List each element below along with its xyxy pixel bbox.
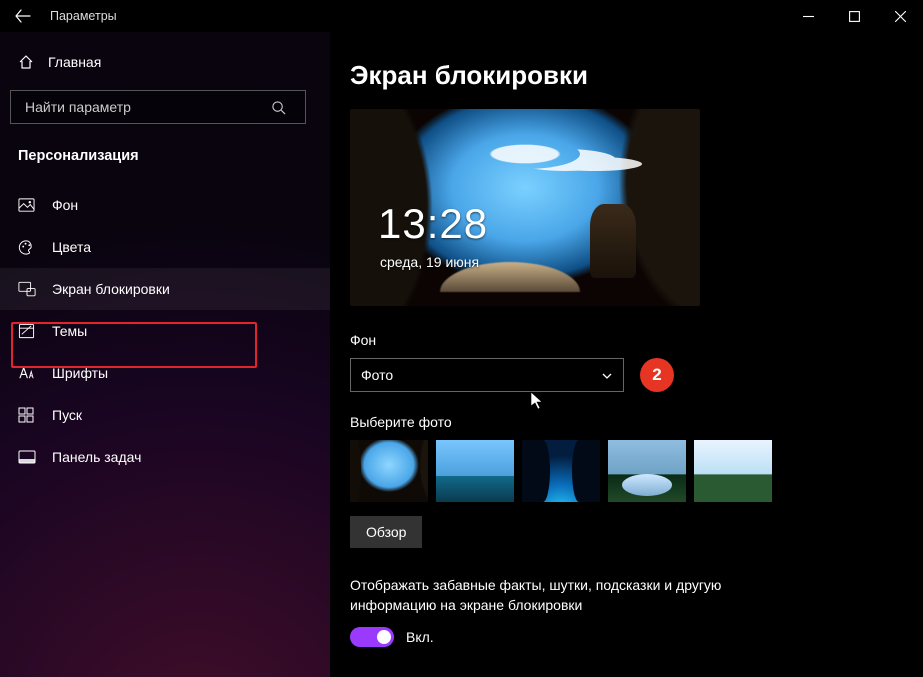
taskbar-icon: [18, 450, 52, 464]
lockscreen-preview: 13:28 среда, 19 июня: [350, 109, 700, 306]
search-icon: [271, 100, 297, 115]
close-button[interactable]: [877, 0, 923, 32]
background-label: Фон: [350, 332, 903, 348]
sidebar-item-label: Панель задач: [52, 449, 141, 465]
fonts-icon: [18, 365, 52, 382]
minimize-button[interactable]: [785, 0, 831, 32]
sidebar-item-label: Экран блокировки: [52, 281, 170, 297]
back-button[interactable]: [0, 0, 46, 32]
fun-facts-label: Отображать забавные факты, шутки, подска…: [350, 576, 770, 615]
palette-icon: [18, 239, 52, 256]
sidebar-category: Персонализация: [0, 134, 330, 178]
sidebar-item-label: Цвета: [52, 239, 91, 255]
sidebar-item-background[interactable]: Фон: [0, 184, 330, 226]
sidebar-item-colors[interactable]: Цвета: [0, 226, 330, 268]
search-input[interactable]: [23, 98, 271, 116]
lockscreen-icon: [18, 281, 52, 298]
window-title: Параметры: [50, 9, 117, 23]
sidebar-home[interactable]: Главная: [0, 44, 330, 80]
browse-button[interactable]: Обзор: [350, 516, 422, 548]
chevron-down-icon: [601, 370, 613, 382]
content-pane: Экран блокировки 13:28 среда, 19 июня Фо…: [330, 32, 923, 677]
sidebar: Главная Персонализация Фон Цвета: [0, 32, 330, 677]
page-title: Экран блокировки: [350, 60, 903, 91]
picture-icon: [18, 197, 52, 214]
choose-photo-label: Выберите фото: [350, 414, 903, 430]
sidebar-item-label: Пуск: [52, 407, 82, 423]
sidebar-item-fonts[interactable]: Шрифты: [0, 352, 330, 394]
fun-facts-toggle[interactable]: [350, 627, 394, 647]
sidebar-item-start[interactable]: Пуск: [0, 394, 330, 436]
sidebar-item-label: Темы: [52, 323, 87, 339]
callout-badge: 2: [640, 358, 674, 392]
photo-thumbnail[interactable]: [608, 440, 686, 502]
sidebar-item-themes[interactable]: Темы: [0, 310, 330, 352]
themes-icon: [18, 323, 52, 340]
sidebar-item-label: Шрифты: [52, 365, 108, 381]
search-input-wrap[interactable]: [10, 90, 306, 124]
sidebar-item-label: Фон: [52, 197, 78, 213]
start-icon: [18, 407, 52, 423]
home-icon: [18, 54, 48, 70]
maximize-button[interactable]: [831, 0, 877, 32]
background-select[interactable]: Фото: [350, 358, 624, 392]
titlebar: Параметры: [0, 0, 923, 32]
background-select-value: Фото: [361, 367, 601, 383]
photo-thumbnail[interactable]: [694, 440, 772, 502]
preview-time: 13:28: [378, 200, 488, 248]
photo-thumbnail[interactable]: [350, 440, 428, 502]
photo-thumbnail[interactable]: [522, 440, 600, 502]
sidebar-item-lockscreen[interactable]: Экран блокировки: [0, 268, 330, 310]
sidebar-home-label: Главная: [48, 54, 101, 70]
preview-date: среда, 19 июня: [380, 254, 479, 270]
sidebar-item-taskbar[interactable]: Панель задач: [0, 436, 330, 478]
toggle-state: Вкл.: [406, 629, 434, 645]
thumbnail-row: [350, 440, 903, 502]
photo-thumbnail[interactable]: [436, 440, 514, 502]
